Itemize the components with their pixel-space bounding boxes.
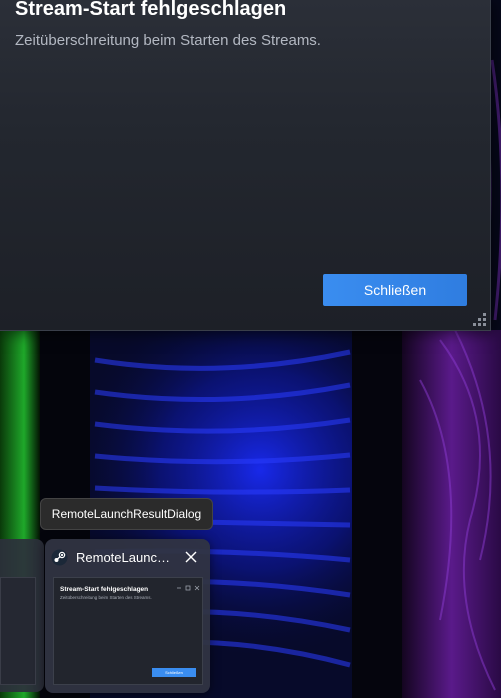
screen: Stream-Start fehlgeschlagen Zeitüberschr…	[0, 0, 501, 698]
resize-grip-icon[interactable]	[472, 312, 488, 328]
preview-thumbnail	[0, 577, 36, 685]
preview-thumbnail: Stream-Start fehlgeschlagen Zeitüberschr…	[53, 577, 203, 685]
close-button[interactable]: Schließen	[323, 274, 467, 306]
taskbar-preview-card[interactable]: RemoteLaunc… Stream-Start fehlgeschlagen…	[45, 539, 210, 693]
window-controls-icon	[175, 578, 202, 591]
taskbar-tooltip: RemoteLaunchResultDialog	[40, 498, 213, 530]
taskbar-preview-partial[interactable]	[0, 539, 44, 692]
dialog-message: Zeitüberschreitung beim Starten des Stre…	[15, 32, 321, 49]
close-icon[interactable]	[182, 548, 200, 566]
thumbnail-title: Stream-Start fehlgeschlagen	[60, 586, 149, 593]
dialog-title: Stream-Start fehlgeschlagen	[15, 0, 287, 20]
steam-icon	[51, 549, 68, 566]
preview-window-title: RemoteLaunc…	[76, 550, 170, 565]
remote-launch-result-dialog: Stream-Start fehlgeschlagen Zeitüberschr…	[0, 0, 491, 331]
thumbnail-close-button: Schließen	[152, 668, 196, 677]
thumbnail-message: Zeitüberschreitung beim Starten des Stre…	[60, 595, 152, 600]
